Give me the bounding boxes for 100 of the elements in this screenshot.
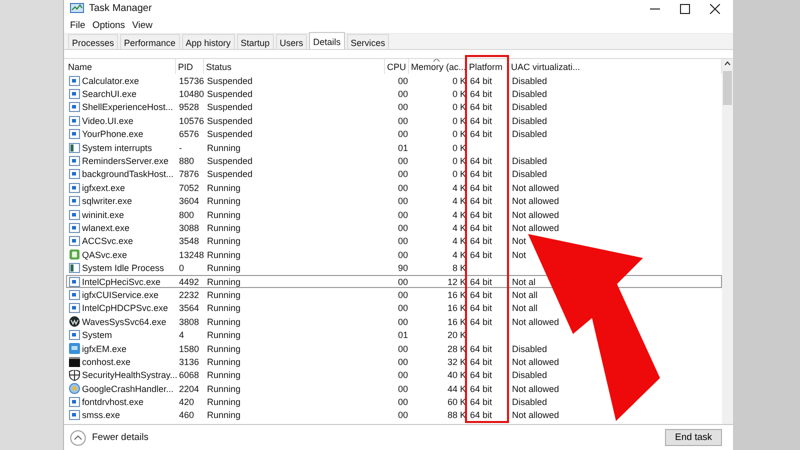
table-cell: 64 bit xyxy=(470,384,492,394)
fewer-details-link[interactable]: Fewer details xyxy=(92,432,148,443)
table-row[interactable]: igfxext.exe 7052 Running 00 4 K 64 bit Not allowed xyxy=(66,181,722,195)
table-cell: Running xyxy=(207,384,241,394)
scroll-up-icon[interactable] xyxy=(722,59,733,68)
menu-item[interactable]: Options xyxy=(92,20,126,30)
table-cell: 00 xyxy=(398,410,408,420)
table-cell: Disabled xyxy=(512,129,548,140)
table-cell: 40 K xyxy=(447,370,466,380)
collapse-icon[interactable] xyxy=(70,430,86,446)
process-name: Video.UI.exe xyxy=(82,116,134,126)
table-row[interactable]: backgroundTaskHost... 7876 Suspended 00 0 K 64 bit Disabled xyxy=(66,168,722,182)
table-cell: 44 K xyxy=(447,384,466,394)
tab[interactable]: Services xyxy=(346,34,390,49)
table-cell: 00 xyxy=(398,156,408,166)
column-header[interactable]: Status xyxy=(206,62,232,72)
table-row[interactable]: YourPhone.exe 6576 Suspended 00 0 K 64 bit Disabled xyxy=(66,128,722,141)
table-cell: 4 K xyxy=(452,236,466,246)
table-cell: Disabled xyxy=(512,397,548,408)
table-row[interactable]: ShellExperienceHost... 9528 Suspended 00 0 K 64 bit Disabled xyxy=(66,100,722,114)
process-name: QASvc.exe xyxy=(82,250,128,260)
tab[interactable]: Users xyxy=(276,34,308,49)
tab[interactable]: Startup xyxy=(236,34,274,49)
table-cell: Disabled xyxy=(512,89,548,100)
table-row[interactable]: GoogleCrashHandler... 2204 Running 00 44 K 64 bit Not allowed xyxy=(66,382,722,396)
table-cell: Disabled xyxy=(512,370,548,380)
table-cell: 880 xyxy=(179,156,194,166)
menu-item[interactable]: View xyxy=(132,20,152,30)
column-header[interactable]: Memory (ac... xyxy=(411,62,466,72)
table-cell: 2204 xyxy=(179,384,200,394)
table-cell: Running xyxy=(207,196,241,206)
table-row[interactable]: SecurityHealthSystray... 6068 Running 00 40 K 64 bit Disabled xyxy=(66,368,722,382)
end-task-button[interactable]: End task xyxy=(665,429,722,446)
table-row[interactable]: igfxCUIService.exe 2232 Running 00 16 K 64 bit Not all xyxy=(66,288,722,302)
table-cell: 00 xyxy=(398,384,408,394)
table-cell: 10576 xyxy=(179,116,204,126)
process-name: Calculator.exe xyxy=(82,76,140,86)
table-cell: 00 xyxy=(398,129,408,140)
tab[interactable]: Performance xyxy=(120,34,180,49)
table-row[interactable]: QASvc.exe 13248 Running 00 4 K 64 bit Not xyxy=(66,248,722,262)
process-name: ShellExperienceHost... xyxy=(82,102,174,112)
table-cell: 64 bit xyxy=(470,156,492,166)
table-cell: 0 K xyxy=(452,116,466,126)
table-cell: 3604 xyxy=(179,196,200,206)
table-row[interactable]: fontdrvhost.exe 420 Running 00 60 K 64 bit Disabled xyxy=(66,395,722,409)
table-row[interactable]: sqlwriter.exe 3604 Running 00 4 K 64 bit Not allowed xyxy=(66,194,722,208)
table-row[interactable]: RemindersServer.exe 880 Suspended 00 0 K 64 bit Disabled xyxy=(66,154,722,168)
table-cell: 00 xyxy=(398,169,408,180)
table-row[interactable]: Video.UI.exe 10576 Suspended 00 0 K 64 bit Disabled xyxy=(66,114,722,128)
column-header[interactable]: CPU xyxy=(387,62,406,72)
table-cell: 7052 xyxy=(179,182,200,193)
table-cell: 01 xyxy=(398,330,408,340)
table-row[interactable]: wininit.exe 800 Running 00 4 K 64 bit Not allowed xyxy=(66,208,722,222)
table-row[interactable]: System 4 Running 01 20 K xyxy=(66,328,722,342)
table-cell: Not al xyxy=(512,276,536,287)
table-row[interactable]: ACCSvc.exe 3548 Running 00 4 K 64 bit Not xyxy=(66,234,722,248)
table-row[interactable]: igfxEM.exe 1580 Running 00 28 K 64 bit Disabled xyxy=(66,342,722,356)
scrollbar[interactable] xyxy=(722,59,733,424)
table-cell: 64 bit xyxy=(470,250,492,260)
table-cell: 64 bit xyxy=(470,129,492,140)
table-cell: 32 K xyxy=(447,356,466,367)
menu-item[interactable]: File xyxy=(70,20,86,30)
tab[interactable]: Details xyxy=(309,32,345,49)
table-row[interactable]: conhost.exe 3136 Running 00 32 K 64 bit Not allowed xyxy=(66,355,722,369)
table-cell: Not allowed xyxy=(512,410,560,420)
table-cell: Disabled xyxy=(512,76,548,86)
process-name: ACCSvc.exe xyxy=(82,236,134,246)
tab[interactable]: App history xyxy=(182,34,235,49)
table-cell: Running xyxy=(207,290,241,300)
table-cell: 64 bit xyxy=(470,116,492,126)
table-row[interactable]: WavesSysSvc64.exe 3808 Running 00 16 K 64 bit Not allowed xyxy=(66,315,722,328)
table-row[interactable]: System interrupts - Running 01 0 K xyxy=(66,140,722,154)
column-header[interactable]: PID xyxy=(178,62,194,72)
column-header[interactable]: UAC virtualizati... xyxy=(511,62,580,72)
table-cell: Suspended xyxy=(207,116,253,126)
close-icon[interactable] xyxy=(710,4,720,14)
table-row[interactable]: wlanext.exe 3088 Running 00 4 K 64 bit Not allowed xyxy=(66,221,722,235)
table-cell: Not all xyxy=(512,290,538,300)
table-cell: Suspended xyxy=(207,169,253,180)
process-name: wlanext.exe xyxy=(82,222,130,233)
table-row[interactable]: Calculator.exe 15736 Suspended 00 0 K 64 bit Disabled xyxy=(66,74,722,88)
table-cell: Not allowed xyxy=(512,196,560,206)
table-row[interactable]: IntelCpHDCPSvc.exe 3564 Running 00 16 K 64 bit Not all xyxy=(66,302,722,316)
process-name: conhost.exe xyxy=(82,356,131,367)
table-cell: 0 xyxy=(179,263,184,274)
table-cell: 4492 xyxy=(179,276,200,287)
table-row[interactable]: System Idle Process 0 Running 90 8 K xyxy=(66,261,722,275)
table-row[interactable]: SearchUI.exe 10480 Suspended 00 0 K 64 bit Disabled xyxy=(66,87,722,101)
scroll-thumb[interactable] xyxy=(723,71,732,105)
table-cell: 60 K xyxy=(447,397,466,408)
table-cell: 3564 xyxy=(179,303,200,314)
table-row[interactable]: smss.exe 460 Running 00 88 K 64 bit Not allowed xyxy=(66,408,722,422)
maximize-icon[interactable] xyxy=(680,4,690,14)
column-header[interactable]: Platform xyxy=(469,62,503,72)
table-cell: 64 bit xyxy=(470,236,492,246)
tab[interactable]: Processes xyxy=(68,34,118,49)
column-header[interactable]: Name xyxy=(68,62,92,72)
table-cell: Suspended xyxy=(207,102,253,112)
table-cell: 64 bit xyxy=(470,316,492,327)
table-cell: 0 K xyxy=(452,156,466,166)
